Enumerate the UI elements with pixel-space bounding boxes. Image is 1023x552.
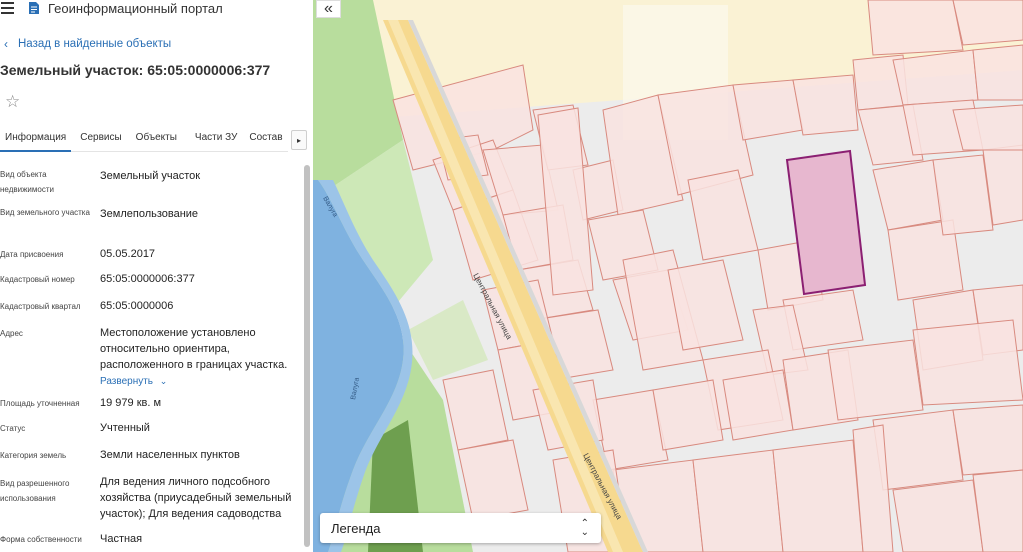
parcel[interactable] xyxy=(772,439,864,552)
expand-collapse-icon: ⌃ ⌄ xyxy=(580,518,589,538)
map-canvas[interactable]: Центральная улица Центральная улица Валу… xyxy=(313,0,1023,552)
favorite-star-icon[interactable]: ☆ xyxy=(5,93,20,110)
tab-services[interactable]: Сервисы xyxy=(75,125,126,152)
object-title: Земельный участок: 65:05:0000006:377 xyxy=(0,62,271,78)
attr-label: Статус xyxy=(0,424,26,433)
attr-value: 19 979 кв. м xyxy=(100,397,162,409)
attr-value: Учтенный xyxy=(100,422,150,434)
parcel[interactable] xyxy=(792,74,859,136)
attr-value: Местоположение установлено относительно … xyxy=(100,325,300,390)
attr-label: Кадастровый квартал xyxy=(0,302,81,311)
parcel[interactable] xyxy=(972,44,1023,101)
parcel[interactable] xyxy=(892,479,984,552)
top-bar: Геоинформационный портал xyxy=(0,0,313,18)
parcel[interactable] xyxy=(952,104,1023,151)
attr-label: Форма собственности xyxy=(0,535,82,544)
attr-label: Дата присвоения xyxy=(0,250,64,259)
cadastral-map[interactable]: Центральная улица Центральная улица Валу… xyxy=(313,0,1023,552)
tab-composition[interactable]: Состав xyxy=(244,125,287,152)
parcel[interactable] xyxy=(652,379,724,451)
hamburger-menu-icon[interactable] xyxy=(1,2,14,14)
parcel[interactable] xyxy=(692,449,784,552)
chevron-left-icon: ‹ xyxy=(4,37,8,51)
parcel[interactable] xyxy=(827,339,924,421)
attr-label: Кадастровый номер xyxy=(0,275,75,284)
chevron-down-icon: ⌄ xyxy=(159,376,168,386)
attr-label: Вид разрешенного использования xyxy=(0,479,70,503)
parcel[interactable] xyxy=(892,49,979,106)
parcel[interactable] xyxy=(952,404,1023,476)
attr-label: Вид объекта недвижимости xyxy=(0,170,54,194)
back-to-results-link[interactable]: ‹ Назад в найденные объекты xyxy=(4,37,171,51)
parcel[interactable] xyxy=(732,79,804,141)
legend-label: Легенда xyxy=(331,520,381,536)
double-chevron-left-icon: « xyxy=(324,0,333,17)
attr-value: Для ведения личного подсобного хозяйства… xyxy=(100,476,292,520)
attr-label: Категория земель xyxy=(0,451,67,460)
object-info-panel: Геоинформационный портал ‹ Назад в найде… xyxy=(0,0,313,552)
expand-label: Развернуть xyxy=(100,376,154,387)
panel-scrollbar[interactable] xyxy=(304,160,310,552)
tab-parts[interactable]: Части ЗУ xyxy=(190,125,242,152)
tab-objects[interactable]: Объекты xyxy=(131,125,182,152)
parcel[interactable] xyxy=(722,369,794,441)
parcel[interactable] xyxy=(932,154,994,236)
expand-address-link[interactable]: Развернуть ⌄ xyxy=(100,373,300,390)
attr-label: Адрес xyxy=(0,329,23,338)
attr-value: 05.05.2017 xyxy=(100,248,156,260)
attr-value: Земельный участок xyxy=(100,170,201,182)
legend-dropdown[interactable]: Легенда ⌃ ⌄ xyxy=(320,513,601,543)
attr-value[interactable]: 65:05:0000006 xyxy=(100,298,300,314)
back-link-label: Назад в найденные объекты xyxy=(18,38,172,50)
attr-value[interactable]: 65:05:0000006:377 xyxy=(100,271,300,287)
tabs-scroll-right-button[interactable]: ▸ xyxy=(291,130,307,150)
parcel[interactable] xyxy=(952,0,1023,46)
tab-information[interactable]: Информация xyxy=(0,125,72,152)
attr-value: Частная xyxy=(100,533,143,545)
attr-value: Землепользование xyxy=(100,208,199,220)
parcel[interactable] xyxy=(912,319,1023,406)
collapse-panel-button[interactable]: « xyxy=(316,0,341,18)
attr-value: Земли населенных пунктов xyxy=(100,449,240,461)
attr-label: Площадь уточненная xyxy=(0,399,80,408)
panel-scroll-thumb[interactable] xyxy=(304,165,310,547)
parcel[interactable] xyxy=(867,0,964,56)
portal-logo-icon xyxy=(29,2,39,14)
attr-label: Вид земельного участка xyxy=(0,208,90,217)
portal-title: Геоинформационный портал xyxy=(48,1,223,16)
info-tabs: Информация Сервисы Объекты Части ЗУ Сост… xyxy=(0,125,288,152)
address-text: Местоположение установлено относительно … xyxy=(100,327,288,371)
